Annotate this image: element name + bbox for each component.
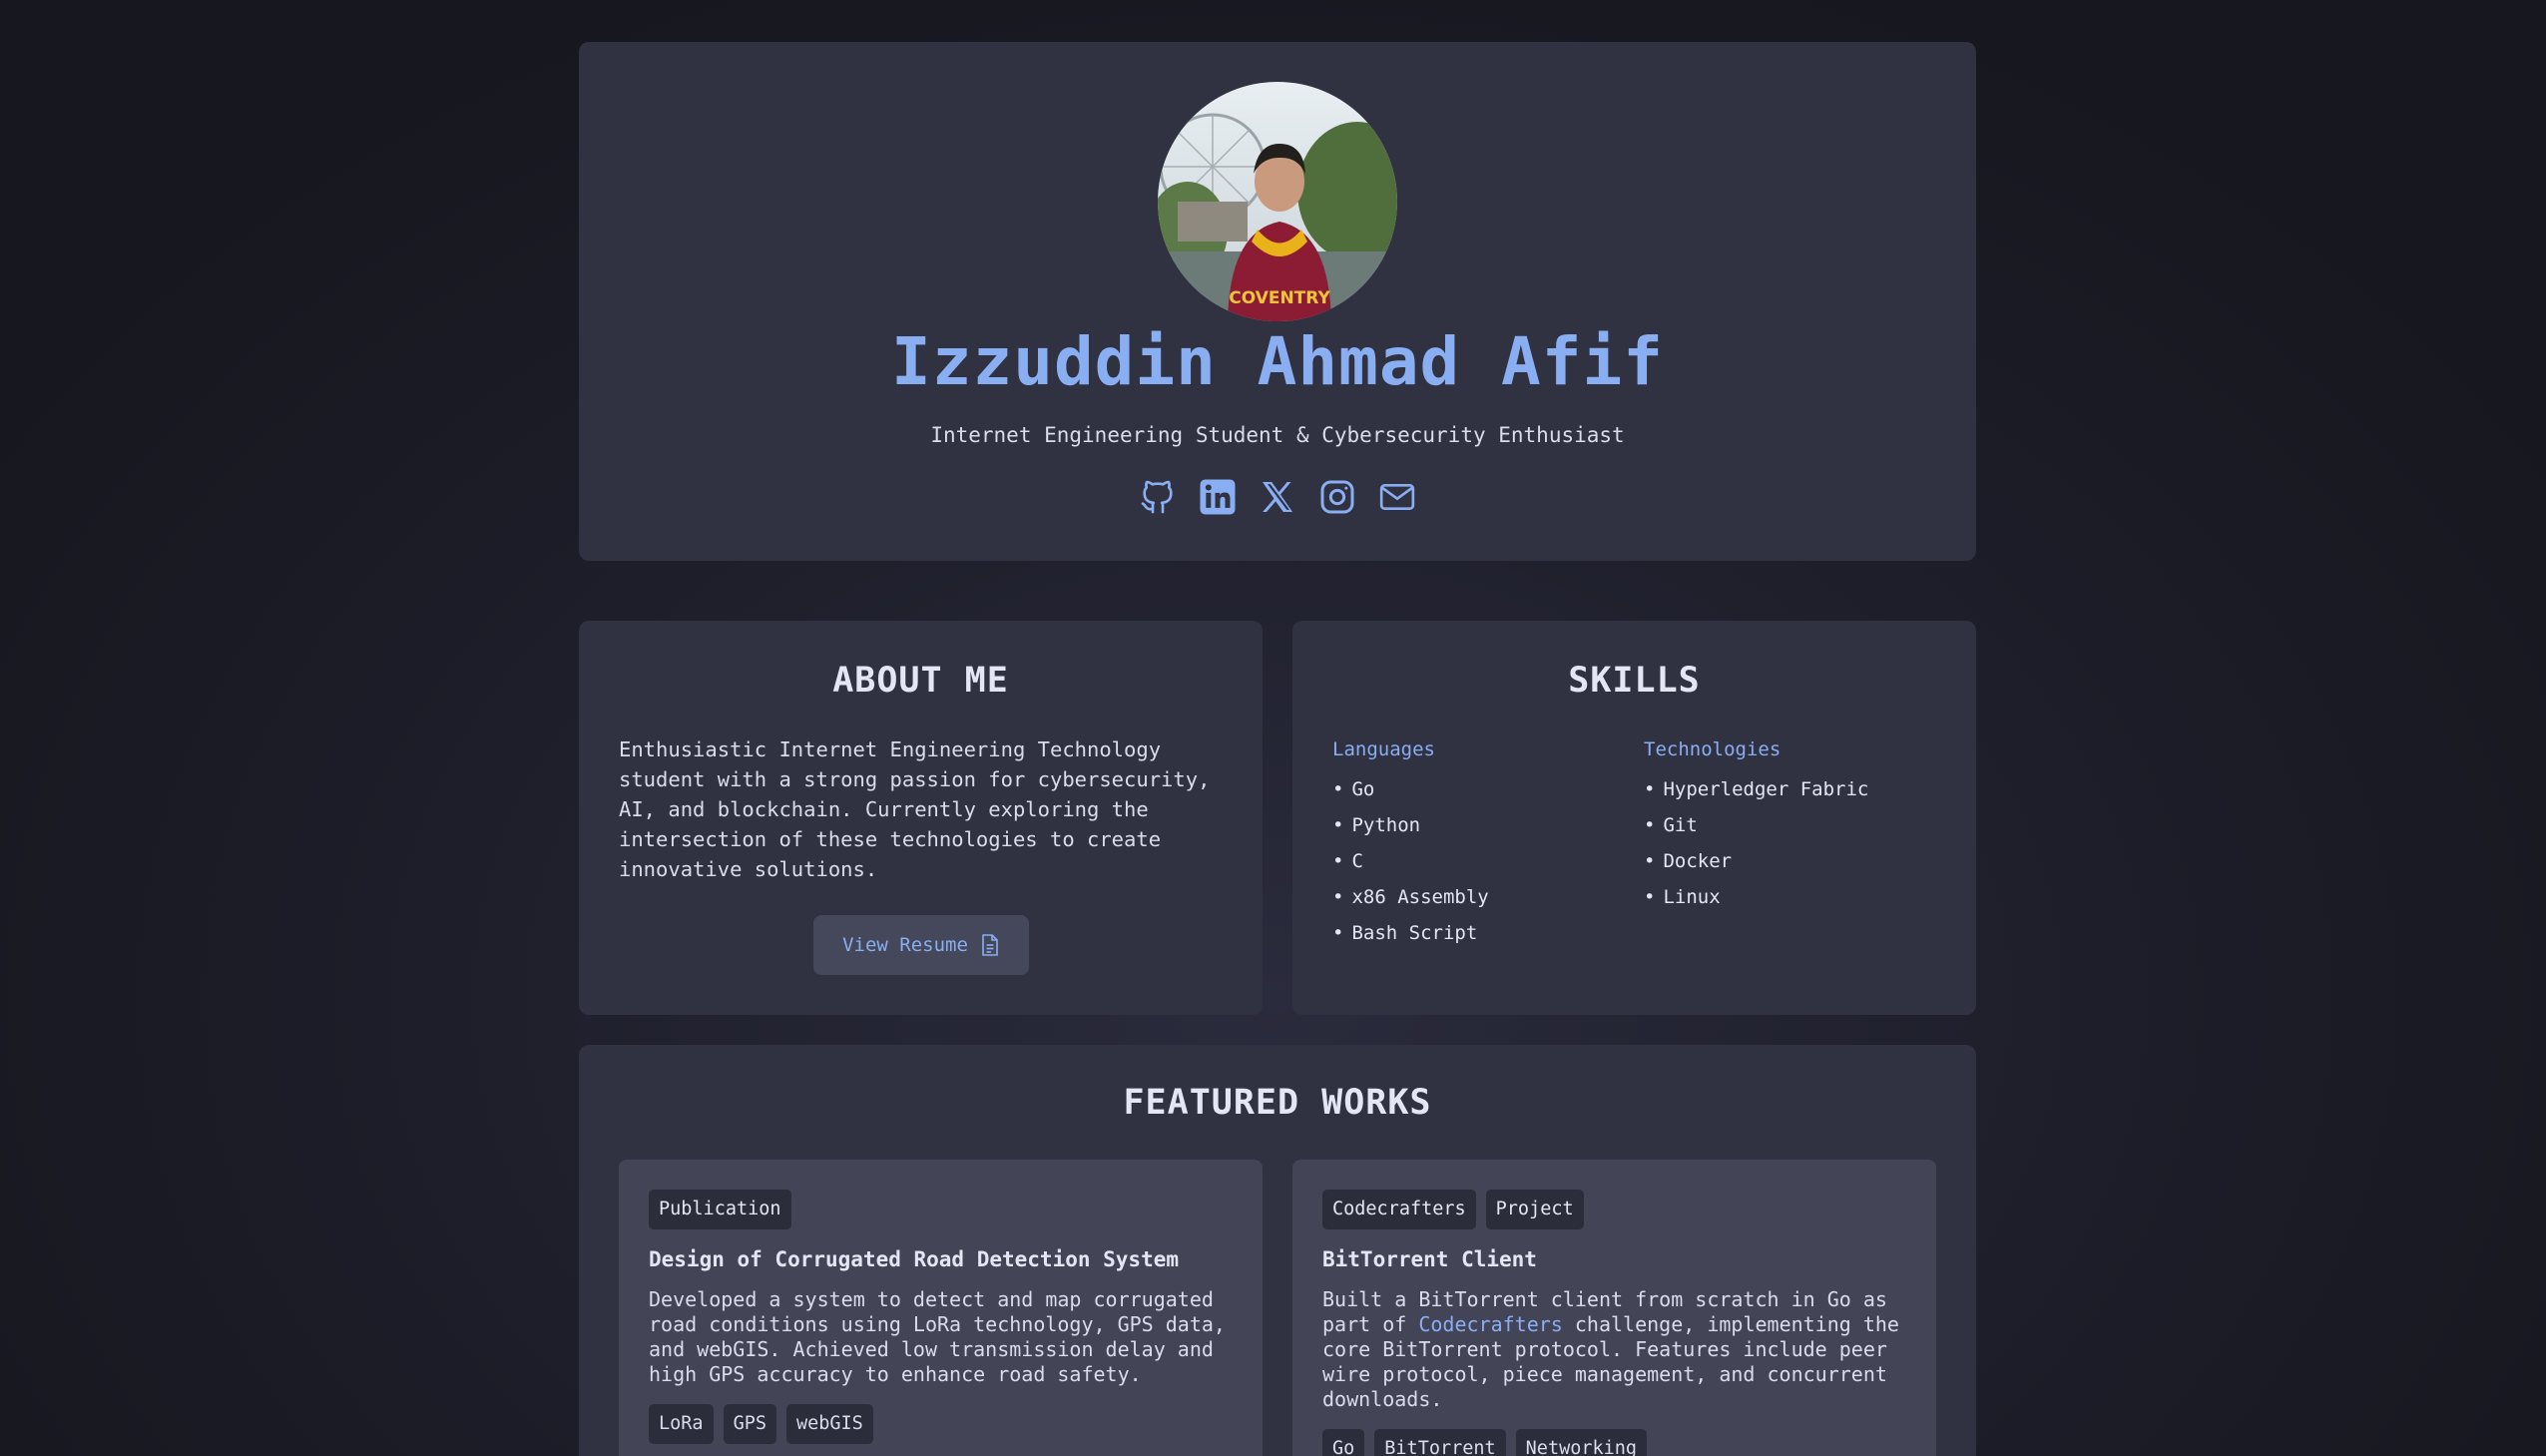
linkedin-icon[interactable]: [1198, 477, 1238, 517]
skills-section: SKILLS Languages Go Python C x86 Assembl…: [1292, 621, 1976, 1015]
work-title: Design of Corrugated Road Detection Syst…: [649, 1247, 1180, 1271]
about-section: ABOUT ME Enthusiastic Internet Engineeri…: [579, 621, 1263, 1015]
featured-works-section: FEATURED WORKS Publication Design of Cor…: [579, 1045, 1976, 1456]
work-chips: Publication: [649, 1190, 791, 1229]
skill-item: Python: [1332, 814, 1489, 850]
skill-item: x86 Assembly: [1332, 886, 1488, 922]
codecrafters-link[interactable]: Codecrafters: [1418, 1312, 1563, 1336]
skills-technologies: Technologies Hyperledger Fabric Git Dock…: [1644, 738, 1868, 922]
instagram-icon[interactable]: [1317, 477, 1357, 517]
avatar: COVENTRY: [1158, 82, 1397, 321]
work-chips: Codecrafters Project: [1322, 1190, 1584, 1229]
work-tag: BitTorrent: [1374, 1429, 1506, 1456]
work-card-bittorrent[interactable]: Codecrafters Project BitTorrent Client B…: [1292, 1160, 1936, 1456]
work-tag: GPS: [723, 1404, 776, 1444]
skills-title: SKILLS: [1568, 661, 1701, 701]
featured-title: FEATURED WORKS: [1123, 1083, 1432, 1123]
github-icon[interactable]: [1138, 477, 1178, 517]
profile-tagline: Internet Engineering Student & Cybersecu…: [930, 423, 1625, 447]
work-tag: Go: [1322, 1429, 1365, 1456]
skill-item: Go: [1332, 778, 1489, 814]
profile-name: Izzuddin Ahmad Afif: [891, 323, 1664, 400]
work-tags: LoRa GPS webGIS: [649, 1404, 873, 1444]
profile-header: COVENTRY Izzuddin Ahmad Afif Internet En…: [579, 42, 1976, 561]
work-tag: Networking: [1515, 1429, 1648, 1456]
work-tags: Go BitTorrent Networking: [1322, 1429, 1648, 1456]
social-links: [579, 477, 1976, 517]
work-tag: LoRa: [649, 1404, 714, 1444]
skills-languages: Languages Go Python C x86 Assembly Bash …: [1332, 738, 1489, 958]
skill-item: Docker: [1644, 850, 1868, 886]
skill-item: Linux: [1644, 886, 1868, 922]
technologies-heading: Technologies: [1644, 738, 1782, 760]
x-icon[interactable]: [1258, 477, 1297, 517]
skill-item: Bash Script: [1332, 922, 1489, 958]
skill-item: C: [1332, 850, 1489, 886]
work-card-road-detection[interactable]: Publication Design of Corrugated Road De…: [619, 1160, 1263, 1456]
work-title: BitTorrent Client: [1322, 1247, 1537, 1271]
work-description: Built a BitTorrent client from scratch i…: [1322, 1287, 1906, 1412]
document-icon: [982, 934, 998, 956]
about-text: Enthusiastic Internet Engineering Techno…: [619, 737, 1211, 881]
work-description: Developed a system to detect and map cor…: [649, 1287, 1226, 1386]
about-title: ABOUT ME: [832, 661, 1009, 701]
work-chip: Codecrafters: [1322, 1190, 1476, 1229]
work-chip: Publication: [649, 1190, 791, 1229]
skill-item: Git: [1644, 814, 1868, 850]
work-chip: Project: [1485, 1190, 1584, 1229]
avatar-shirt-text: COVENTRY: [1229, 288, 1330, 308]
view-resume-button[interactable]: View Resume: [813, 915, 1029, 975]
work-tag: webGIS: [785, 1404, 873, 1444]
view-resume-label: View Resume: [842, 934, 968, 956]
page: COVENTRY Izzuddin Ahmad Afif Internet En…: [0, 0, 2546, 1456]
skill-item: Hyperledger Fabric: [1644, 778, 1868, 814]
mail-icon[interactable]: [1377, 477, 1417, 517]
languages-heading: Languages: [1332, 738, 1435, 760]
